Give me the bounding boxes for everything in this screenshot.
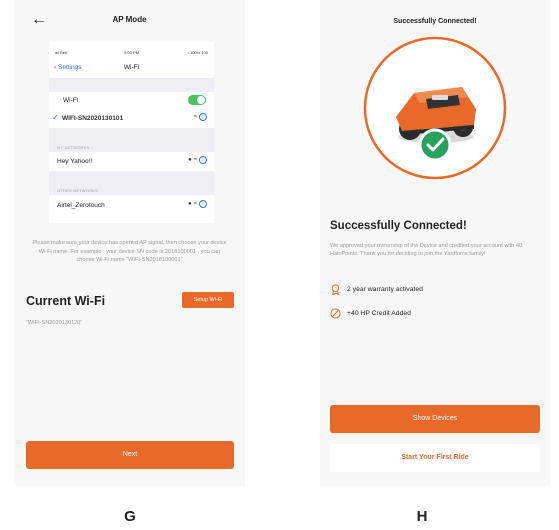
- other-networks-header: OTHER NETWORKS: [57, 188, 99, 193]
- network-name: Airtel_Zerotouch: [57, 202, 105, 209]
- wifi-toggle-row: Wi-Fi: [49, 92, 214, 109]
- wifi-signal-icon: ≈: [193, 201, 197, 207]
- wifi-nav-title: Wi-Fi: [123, 64, 140, 71]
- next-button[interactable]: Next: [26, 441, 234, 469]
- current-ssid: “WIFI-SN2020130120”: [26, 320, 83, 326]
- ap-mode-screen: ← AP Mode ail Bell 9:00 PM • 100% 100 ‹ …: [14, 0, 245, 486]
- divider: [49, 78, 214, 92]
- lock-icon: ●: [188, 157, 192, 163]
- info-icon[interactable]: i: [199, 200, 207, 208]
- my-networks-header: MY NETWORKS: [57, 145, 90, 150]
- figure-caption-g: G: [124, 508, 136, 525]
- checkmark-icon: ✓: [52, 113, 59, 122]
- benefit-text: +40 HP Credit Added: [347, 309, 411, 317]
- mower-success-illustration: [363, 36, 507, 180]
- toggle-knob: [197, 96, 205, 104]
- battery-text: • 100% 100: [187, 50, 208, 55]
- success-screen: Successfully Connected! Successfully Con…: [320, 0, 550, 486]
- instructions-text: Please make sure your device has opened …: [32, 240, 227, 263]
- wifi-settings-screenshot: ail Bell 9:00 PM • 100% 100 ‹ Settings W…: [49, 42, 214, 223]
- ios-nav-bar: ‹ Settings Wi-Fi: [49, 64, 214, 76]
- status-bar: ail Bell 9:00 PM • 100% 100: [49, 50, 214, 58]
- wifi-label: Wi-Fi: [63, 97, 79, 104]
- page-title: Successfully Connected!: [393, 18, 477, 25]
- benefit-item: +40 HP Credit Added: [330, 306, 540, 320]
- wifi-signal-icon: ≈: [193, 114, 197, 120]
- wifi-toggle[interactable]: [188, 95, 206, 105]
- connected-network-name: WIFI-SN2020130101: [62, 115, 124, 122]
- network-row-my[interactable]: Hey Yahoo!! ● ≈ i: [49, 153, 214, 170]
- network-status-icons: ● ≈ i: [188, 156, 207, 164]
- success-heading: Successfully Connected!: [330, 220, 467, 232]
- benefit-item: 2 year warranty activated: [330, 282, 540, 296]
- setup-wifi-button[interactable]: Setup Wi-Fi: [182, 292, 234, 308]
- start-first-ride-button[interactable]: Start Your First Ride: [330, 444, 540, 472]
- wifi-signal-icon: ≈: [193, 157, 197, 163]
- figure-caption-h: H: [416, 508, 428, 525]
- benefit-text: 2 year warranty activated: [347, 285, 423, 293]
- info-icon[interactable]: i: [199, 156, 207, 164]
- current-wifi-label: Current Wi-Fi: [26, 294, 106, 308]
- award-ribbon-icon: [331, 283, 340, 295]
- network-status-icons: ≈ i: [194, 113, 207, 121]
- show-devices-button[interactable]: Show Devices: [330, 405, 540, 433]
- network-name: Hey Yahoo!!: [57, 158, 93, 165]
- lock-icon: ●: [188, 201, 192, 207]
- success-description: We approved your ownership of the Device…: [330, 243, 523, 257]
- connected-network-row[interactable]: ✓ WIFI-SN2020130101 ≈ i: [49, 110, 214, 127]
- page-title: AP Mode: [112, 15, 147, 24]
- no-ban-icon: [330, 307, 341, 319]
- network-row-other[interactable]: Airtel_Zerotouch ● ≈ i: [49, 197, 214, 214]
- network-status-icons: ● ≈ i: [188, 200, 207, 208]
- info-icon[interactable]: i: [199, 113, 207, 121]
- success-check-badge: [418, 128, 452, 162]
